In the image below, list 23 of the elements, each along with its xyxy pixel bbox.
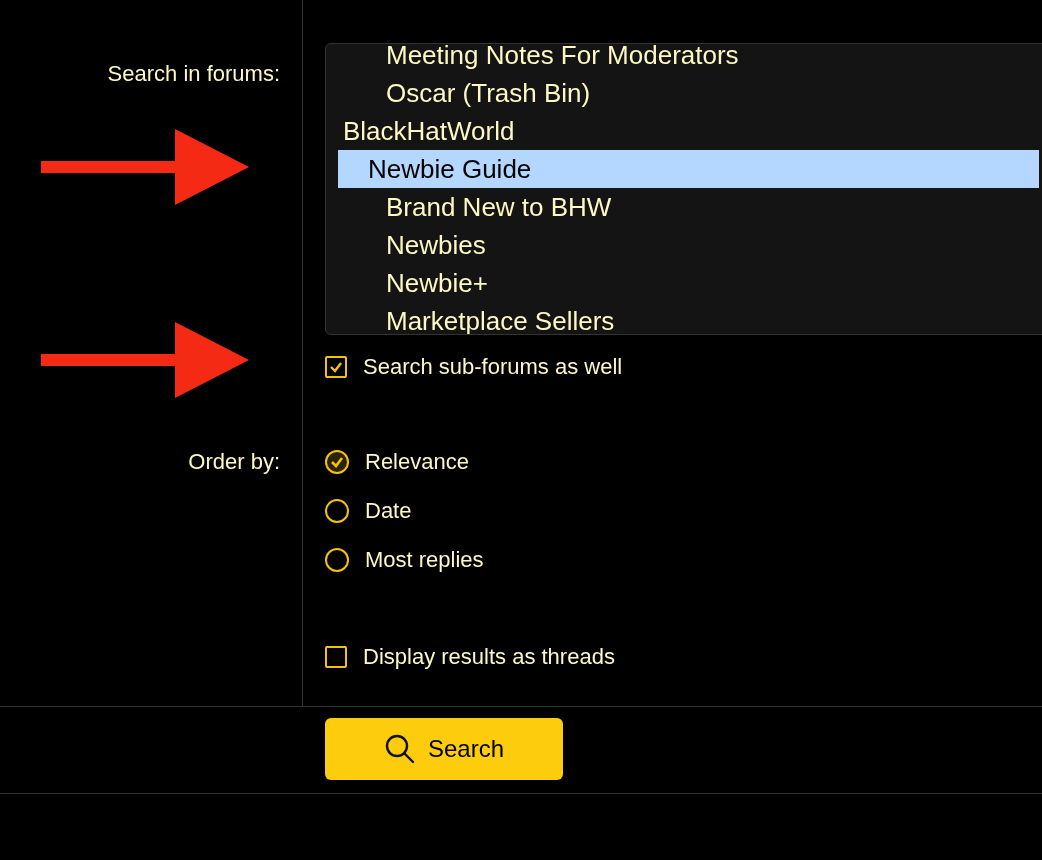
forum-option[interactable]: Newbie+: [338, 264, 1039, 302]
forum-option[interactable]: Oscar (Trash Bin): [338, 74, 1039, 112]
forum-option[interactable]: Brand New to BHW: [338, 188, 1039, 226]
checkbox-label[interactable]: Display results as threads: [363, 645, 615, 669]
forum-option[interactable]: Newbie Guide: [338, 150, 1039, 188]
forum-option[interactable]: BlackHatWorld: [338, 112, 1039, 150]
checkbox[interactable]: [325, 356, 347, 378]
checkbox[interactable]: [325, 646, 347, 668]
search-button[interactable]: Search: [325, 718, 563, 780]
field-label: Search in forums:: [107, 61, 280, 87]
forum-option[interactable]: Newbies: [338, 226, 1039, 264]
checkmark-icon: [330, 455, 344, 469]
radio-label[interactable]: Relevance: [365, 450, 469, 474]
radio-label[interactable]: Most replies: [365, 548, 484, 572]
radio-button[interactable]: [325, 548, 349, 572]
radio-button[interactable]: [325, 450, 349, 474]
checkbox-label[interactable]: Search sub-forums as well: [363, 355, 623, 379]
forum-option[interactable]: Meeting Notes For Moderators: [338, 44, 1039, 74]
radio-button[interactable]: [325, 499, 349, 523]
field-label: Order by:: [188, 450, 280, 474]
radio-label[interactable]: Date: [365, 499, 412, 523]
search-icon: [383, 733, 416, 765]
checkmark-icon: [329, 360, 343, 374]
